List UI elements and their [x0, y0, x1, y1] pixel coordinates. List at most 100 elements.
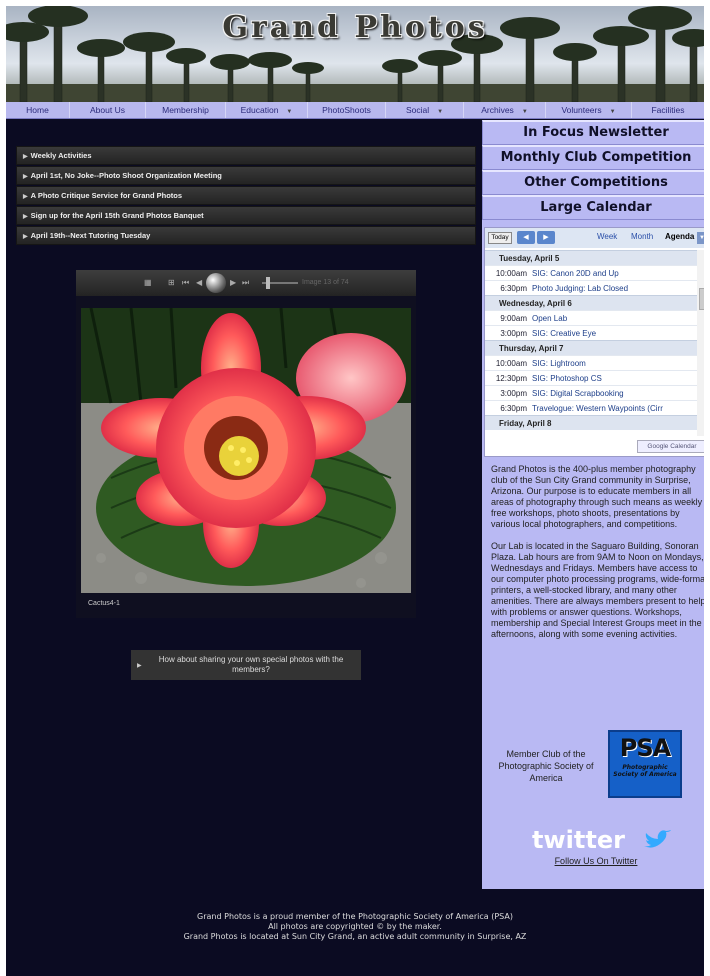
nav-item-membership[interactable]: Membership	[146, 102, 226, 118]
expand-arrow-icon: ▶	[23, 154, 28, 160]
event-title: SIG: Creative Eye	[532, 329, 597, 338]
nav-item-photoshoots[interactable]: PhotoShoots	[308, 102, 386, 118]
about-text: Grand Photos is the 400-plus member phot…	[491, 464, 704, 651]
last-image-icon[interactable]: ⏭	[242, 278, 249, 288]
twitter-block: twitter Follow Us On Twitter	[482, 824, 704, 874]
photo-caption: Cactus4-1	[88, 600, 120, 607]
psa-logo[interactable]: PSA Photographic Society of America	[608, 730, 682, 798]
event-time: 6:30pm	[500, 404, 527, 413]
event-time: 9:00am	[500, 314, 527, 323]
accordion-label: A Photo Critique Service for Grand Photo…	[30, 191, 183, 200]
expand-arrow-icon: ▶	[23, 214, 28, 220]
chevron-down-icon[interactable]: ▼	[697, 232, 704, 244]
footer-line: All photos are copyrighted © by the make…	[268, 922, 442, 931]
about-paragraph: Grand Photos is the 400-plus member phot…	[491, 464, 703, 529]
month-view-tab[interactable]: Month	[631, 232, 653, 241]
next-period-icon[interactable]: ▶	[537, 231, 555, 244]
nav-item-education[interactable]: Education ▼	[226, 102, 308, 118]
agenda-event[interactable]: 9:00am Open Lab	[485, 310, 697, 325]
chevron-down-icon: ▼	[609, 109, 616, 115]
event-title: Photo Judging: Lab Closed	[532, 284, 629, 293]
event-title: SIG: Lightroom	[532, 359, 586, 368]
page: Grand Photos Home About Us Membership Ed…	[6, 6, 704, 976]
newsletter-button[interactable]: In Focus Newsletter	[482, 120, 704, 145]
about-paragraph: Our Lab is located in the Saguaro Buildi…	[491, 541, 704, 639]
scrollbar-thumb[interactable]	[699, 288, 704, 310]
previous-icon[interactable]: ◀	[196, 278, 202, 287]
event-time: 3:00pm	[500, 329, 527, 338]
previous-period-icon[interactable]: ◀	[517, 231, 535, 244]
accordion-item[interactable]: ▶ Sign up for the April 15th Grand Photos…	[16, 206, 476, 225]
accordion-item[interactable]: ▶ A Photo Critique Service for Grand Phot…	[16, 186, 476, 205]
cactus-flower-photo[interactable]	[81, 308, 411, 593]
nav-label: Education	[240, 105, 279, 115]
accordion-item[interactable]: ▶ April 19th--Next Tutoring Tuesday	[16, 226, 476, 245]
accordion-label: Sign up for the April 15th Grand Photos …	[30, 211, 204, 220]
monthly-competition-button[interactable]: Monthly Club Competition	[482, 145, 704, 170]
nav-item-facilities[interactable]: Facilities	[632, 102, 704, 118]
agenda-event[interactable]: 6:30pm Photo Judging: Lab Closed	[485, 280, 697, 295]
nav-label: Social	[405, 105, 430, 115]
nav-item-home[interactable]: Home	[6, 102, 70, 118]
psa-logo-subtext: Photographic Society of America	[613, 764, 677, 778]
nav-label: Volunteers	[561, 105, 602, 115]
google-calendar-badge[interactable]: Google Calendar	[637, 440, 704, 453]
nav-label: Archives	[481, 105, 514, 115]
accordion-item[interactable]: ▶ Weekly Activities	[16, 146, 476, 165]
event-time: 3:00pm	[500, 389, 527, 398]
agenda-event[interactable]: 6:30pm Travelogue: Western Waypoints (Cir…	[485, 400, 697, 415]
page-footer: Grand Photos is a proud member of the Ph…	[6, 912, 704, 942]
event-time: 12:30pm	[495, 374, 527, 383]
chevron-down-icon: ▼	[286, 109, 293, 115]
nav-item-social[interactable]: Social ▼	[386, 102, 464, 118]
nav-item-about-us[interactable]: About Us	[70, 102, 146, 118]
nav-item-archives[interactable]: Archives ▼	[464, 102, 546, 118]
event-time: 10:00am	[495, 269, 527, 278]
agenda-calendar: Today ◀ ▶ Week Month Agenda ▼ Tuesday, A…	[484, 227, 704, 457]
slideshow-toolbar: ▦ ⊞ ⏮ ◀ ▶ ⏭ Image 13 of 74	[76, 270, 416, 296]
first-image-icon[interactable]: ⏮	[182, 278, 189, 288]
agenda-event[interactable]: 10:00am SIG: Lightroom	[485, 355, 697, 370]
agenda-day-header: Wednesday, April 6	[485, 295, 697, 310]
grid-view-icon[interactable]: ⊞	[168, 278, 175, 287]
calendar-toolbar: Today ◀ ▶ Week Month Agenda ▼	[485, 228, 704, 248]
twitter-logo[interactable]: twitter	[532, 826, 625, 854]
large-calendar-button[interactable]: Large Calendar	[482, 195, 704, 220]
twitter-bird-icon	[644, 830, 671, 848]
event-time: 10:00am	[495, 359, 527, 368]
today-button[interactable]: Today	[488, 232, 512, 244]
event-title: SIG: Canon 20D and Up	[532, 269, 619, 278]
week-view-tab[interactable]: Week	[597, 232, 617, 241]
agenda-event[interactable]: 12:30pm SIG: Photoshop CS	[485, 370, 697, 385]
agenda-event[interactable]: 3:00pm SIG: Digital Scrapbooking	[485, 385, 697, 400]
agenda-view-tab[interactable]: Agenda	[665, 232, 694, 241]
chevron-down-icon: ▼	[521, 109, 528, 115]
accordion-label: April 1st, No Joke--Photo Shoot Organiza…	[30, 171, 222, 180]
expand-arrow-icon: ▶	[23, 174, 28, 180]
nav-label: Home	[26, 105, 49, 115]
psa-membership: Member Club of the Photographic Society …	[482, 730, 704, 810]
agenda-list: Tuesday, April 5 10:00am SIG: Canon 20D a…	[485, 250, 697, 436]
follow-twitter-link[interactable]: Follow Us On Twitter	[482, 856, 704, 866]
psa-logo-text: PSA	[619, 734, 671, 762]
event-time: 6:30pm	[500, 284, 527, 293]
accordion-item[interactable]: ▶ April 1st, No Joke--Photo Shoot Organiz…	[16, 166, 476, 185]
other-competitions-button[interactable]: Other Competitions	[482, 170, 704, 195]
share-photos-link[interactable]: ▶ How about sharing your own special pho…	[131, 650, 361, 680]
thumbnail-grid-icon[interactable]: ▦	[144, 278, 152, 287]
agenda-scrollbar[interactable]	[697, 250, 704, 436]
nav-item-volunteers[interactable]: Volunteers ▼	[546, 102, 632, 118]
agenda-event[interactable]: 10:00am SIG: Canon 20D and Up	[485, 265, 697, 280]
share-photos-text: How about sharing your own special photo…	[158, 655, 344, 674]
expand-arrow-icon: ▶	[23, 234, 28, 240]
agenda-event[interactable]: 3:00pm SIG: Creative Eye	[485, 325, 697, 340]
site-title[interactable]: Grand Photos	[6, 10, 704, 45]
seek-handle[interactable]	[266, 277, 270, 289]
play-button[interactable]	[206, 273, 226, 293]
nav-label: Membership	[162, 105, 209, 115]
footer-line: Grand Photos is a proud member of the Ph…	[197, 912, 513, 921]
sidebar: In Focus Newsletter Monthly Club Competi…	[482, 120, 704, 889]
agenda-day-header: Friday, April 8	[485, 415, 697, 430]
nav-label: Facilities	[651, 105, 685, 115]
next-icon[interactable]: ▶	[230, 278, 236, 287]
